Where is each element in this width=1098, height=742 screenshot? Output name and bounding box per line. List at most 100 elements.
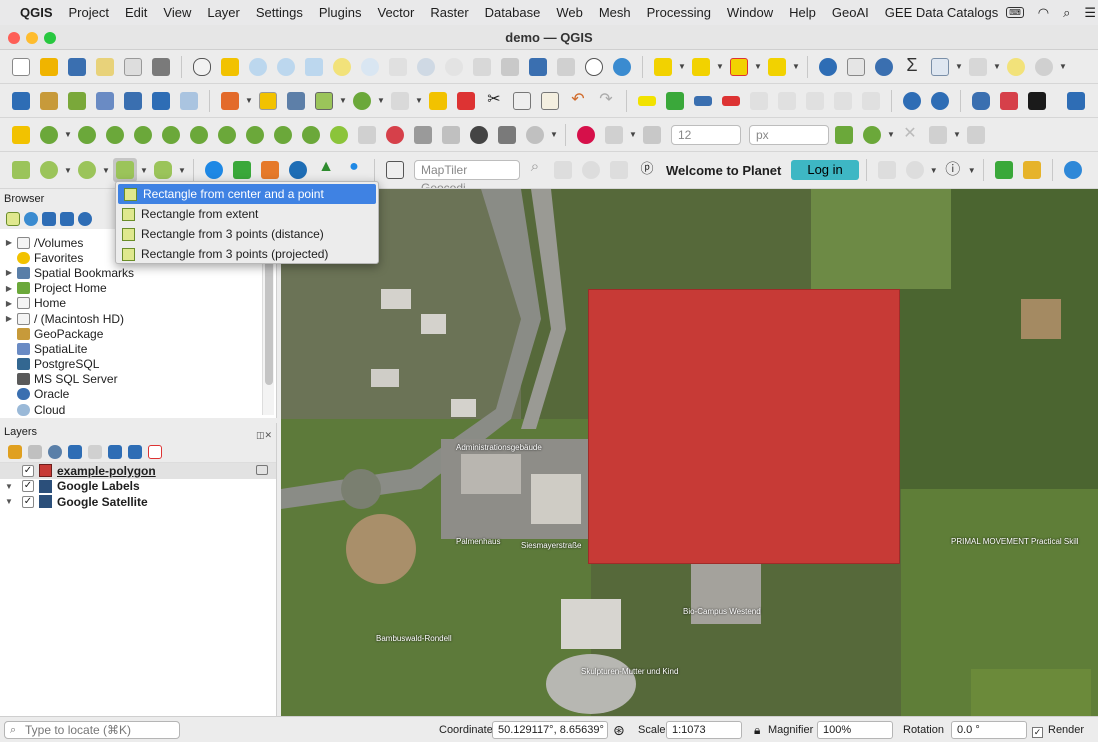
chevron-down-icon[interactable]: ▼ <box>953 130 961 139</box>
reverse-line-icon[interactable] <box>439 123 463 147</box>
browser-item-spatial-bookmarks[interactable]: ▶ Spatial Bookmarks <box>0 265 262 280</box>
open-attribute-table-icon[interactable] <box>844 55 868 79</box>
zoom-last-icon[interactable] <box>414 55 438 79</box>
filter-by-expression-icon[interactable] <box>88 444 102 459</box>
toggle-extents-icon[interactable]: ⊛ <box>613 720 625 740</box>
menu-window[interactable]: Window <box>719 5 781 20</box>
chevron-down-icon[interactable]: ▼ <box>955 62 963 71</box>
save-project-icon[interactable] <box>65 55 89 79</box>
attribute-table-icon[interactable] <box>928 55 952 79</box>
show-bookmarks-icon[interactable] <box>554 55 578 79</box>
chevron-down-icon[interactable]: ▼ <box>629 130 637 139</box>
add-ring-icon[interactable] <box>37 123 61 147</box>
new-spatial-bookmark-icon[interactable] <box>526 55 550 79</box>
offset-curve-icon[interactable] <box>215 123 239 147</box>
menu-web[interactable]: Web <box>548 5 591 20</box>
open-project-icon[interactable] <box>37 55 61 79</box>
shape-digitize-icon[interactable] <box>9 158 33 182</box>
undo-icon[interactable]: ↶ <box>566 89 590 113</box>
merge-attributes-icon[interactable] <box>327 123 351 147</box>
menu-raster[interactable]: Raster <box>422 5 476 20</box>
coordinate-field[interactable]: 50.129117°, 8.65639° <box>492 721 608 739</box>
spotlight-search-icon[interactable]: ⌕ <box>1063 5 1070 21</box>
add-circle-icon[interactable] <box>37 158 61 182</box>
snapping-tolerance-input[interactable]: 12 <box>671 124 741 145</box>
processing-settings-icon[interactable] <box>286 158 310 182</box>
locator-search-input[interactable]: ⌕ Type to locate (⌘K) <box>4 721 180 739</box>
chevron-down-icon[interactable]: ▼ <box>178 166 186 175</box>
snapping-magnet-icon[interactable] <box>574 123 598 147</box>
geocoder-search-input[interactable]: MapTiler Geocodi... <box>414 160 520 188</box>
select-by-value-icon[interactable] <box>689 55 713 79</box>
pan-to-selection-icon[interactable] <box>218 55 242 79</box>
eye-view-icon[interactable] <box>202 158 226 182</box>
calendar-icon[interactable] <box>383 158 407 182</box>
snapping-units-icon[interactable] <box>640 123 664 147</box>
toolbox-icon[interactable] <box>872 55 896 79</box>
zoom-to-layer-icon[interactable] <box>358 55 382 79</box>
save-edits-icon[interactable] <box>284 89 308 113</box>
browser-item-spatialite[interactable]: SpatiaLite <box>0 341 262 356</box>
new-virtual-layer-icon[interactable] <box>149 89 173 113</box>
split-parts-icon[interactable] <box>271 123 295 147</box>
chevron-down-icon[interactable]: ▼ <box>550 130 558 139</box>
pin-label-icon[interactable] <box>831 89 855 113</box>
rotation-spinbox[interactable]: 0.0 ° <box>951 721 1027 739</box>
modify-attributes-icon[interactable] <box>426 89 450 113</box>
avoid-overlap-icon[interactable] <box>926 123 950 147</box>
cut-features-icon[interactable]: ✂ <box>482 89 506 113</box>
manage-map-themes-icon[interactable] <box>48 444 62 459</box>
snap-to-intersection-icon[interactable] <box>832 123 856 147</box>
new-map-view-icon[interactable] <box>470 55 494 79</box>
browser-item-oracle[interactable]: Oracle <box>0 387 262 402</box>
zoom-native-icon[interactable] <box>386 55 410 79</box>
chevron-down-icon[interactable]: ▼ <box>102 166 110 175</box>
editing-indicator-icon[interactable] <box>256 465 268 475</box>
change-label-icon[interactable] <box>803 89 827 113</box>
fill-ring-icon[interactable] <box>103 123 127 147</box>
layer-visibility-checkbox[interactable]: ✓ <box>22 480 34 493</box>
menu-geoai[interactable]: GeoAI <box>824 5 877 20</box>
topological-editing-icon[interactable]: ✕ <box>898 123 922 147</box>
layout-plugin-icon[interactable] <box>258 158 282 182</box>
browser-item-macintosh-hd[interactable]: ▶ / (Macintosh HD) <box>0 311 262 326</box>
menu-layer[interactable]: Layer <box>199 5 248 20</box>
ai-assistant-icon[interactable] <box>1025 89 1049 113</box>
collapse-all-icon[interactable] <box>60 212 74 226</box>
select-by-location-icon[interactable] <box>765 55 789 79</box>
menu-edit[interactable]: Edit <box>117 5 155 20</box>
filter-legend-icon[interactable] <box>68 444 82 459</box>
delete-ring-icon[interactable] <box>131 123 155 147</box>
chevron-down-icon[interactable]: ▼ <box>887 130 895 139</box>
toggle-editing-icon[interactable] <box>256 89 280 113</box>
layer-visibility-checkbox[interactable]: ✓ <box>22 495 34 508</box>
highlight-pinned-labels-icon[interactable] <box>691 89 715 113</box>
menu-view[interactable]: View <box>155 5 199 20</box>
delete-part-icon[interactable] <box>159 123 183 147</box>
browser-item-cloud[interactable]: Cloud <box>0 402 262 417</box>
globe-settings-icon[interactable] <box>928 89 952 113</box>
zoom-to-selection-icon[interactable] <box>330 55 354 79</box>
pin-icon[interactable] <box>579 158 603 182</box>
reshape-features-icon[interactable] <box>187 123 211 147</box>
layer-row-example-polygon[interactable]: ✓ example-polygon <box>0 463 276 479</box>
python-console-icon[interactable] <box>969 89 993 113</box>
show-hide-labels-icon[interactable] <box>719 89 743 113</box>
pan-map-icon[interactable] <box>190 55 214 79</box>
menu-project[interactable]: Project <box>61 5 117 20</box>
menu-item-rectangle-center-point[interactable]: Rectangle from center and a point <box>118 184 376 204</box>
add-polygon-feature-icon[interactable] <box>312 89 336 113</box>
expand-arrow-icon[interactable]: ▶ <box>4 284 14 293</box>
orders-icon[interactable] <box>903 158 927 182</box>
window-close-button[interactable] <box>8 32 20 44</box>
globe-plugin-icon[interactable] <box>900 89 924 113</box>
deselect-features-icon[interactable] <box>727 55 751 79</box>
tag-icon[interactable] <box>607 158 631 182</box>
keyboard-input-icon[interactable]: ⌨ <box>1006 7 1024 18</box>
layer-visibility-checkbox[interactable]: ✓ <box>22 464 34 477</box>
water-drop-icon[interactable]: ● <box>342 158 366 182</box>
current-edits-icon[interactable] <box>218 89 242 113</box>
trim-extend-icon[interactable] <box>411 123 435 147</box>
label-tool-icon[interactable] <box>635 89 659 113</box>
menu-item-rectangle-3-points-distance[interactable]: Rectangle from 3 points (distance) <box>116 224 378 244</box>
